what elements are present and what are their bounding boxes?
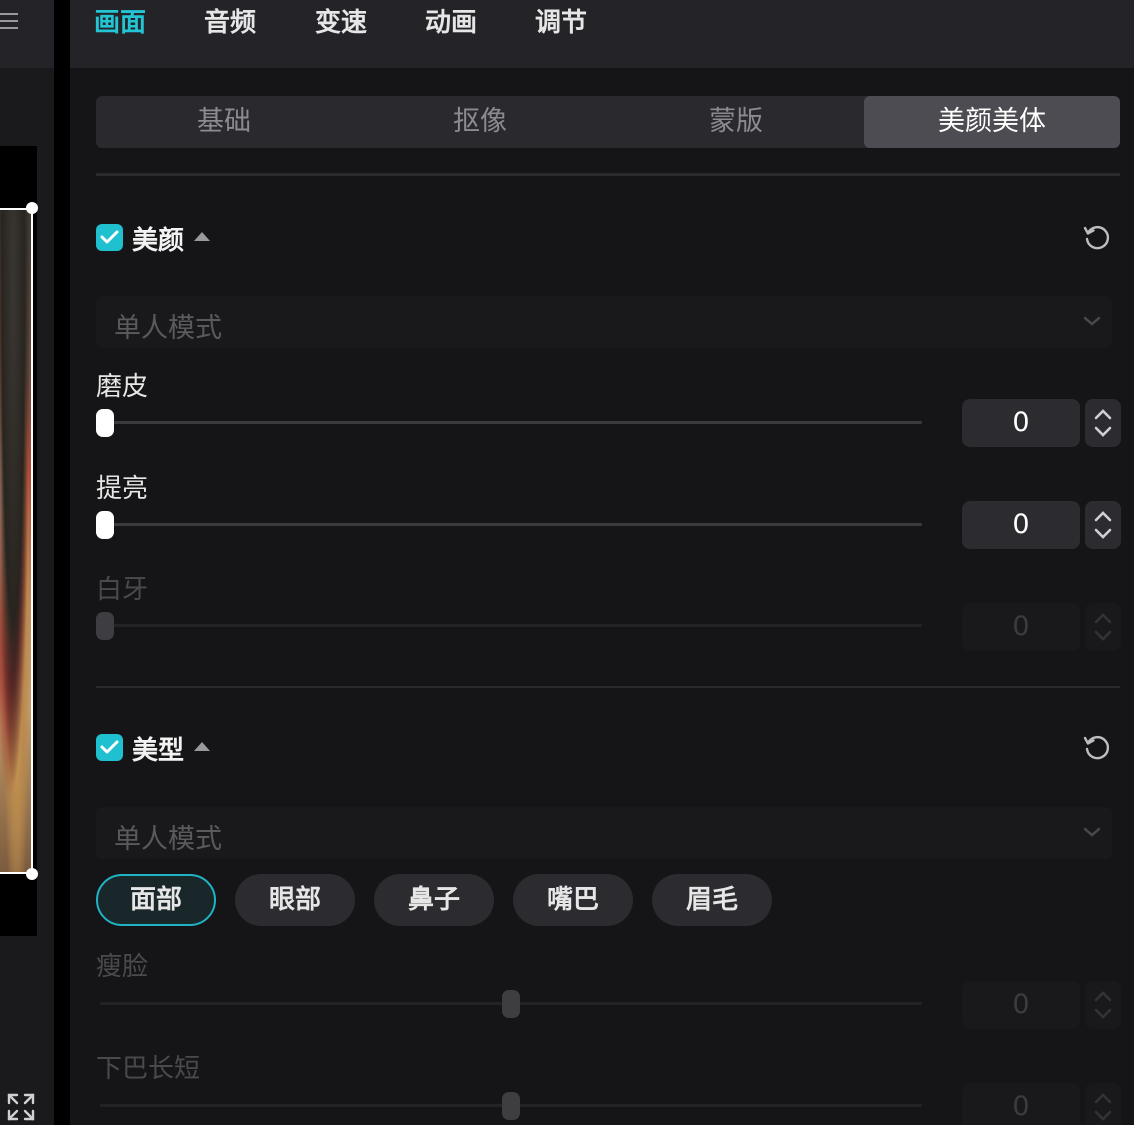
shape-title: 美型 — [132, 736, 185, 766]
subtab-mask[interactable]: 蒙版 — [608, 96, 864, 148]
subtab-beauty-body[interactable]: 美颜美体 — [864, 96, 1120, 148]
collapse-caret-icon[interactable] — [194, 232, 210, 241]
smooth-stepper[interactable] — [1085, 399, 1121, 447]
shape-checkbox[interactable] — [96, 734, 123, 761]
param-label-brighten: 提亮 — [96, 474, 149, 504]
brighten-stepper[interactable] — [1085, 501, 1121, 549]
divider — [96, 173, 1120, 176]
beauty-mode-value: 单人模式 — [114, 313, 222, 344]
smooth-slider-track[interactable] — [100, 421, 922, 424]
chin-length-stepper — [1085, 1083, 1121, 1125]
subtab-cutout[interactable]: 抠像 — [352, 96, 608, 148]
param-label-chin-length: 下巴长短 — [96, 1054, 201, 1084]
slim-face-stepper — [1085, 981, 1121, 1029]
stepper-icon — [1094, 511, 1112, 539]
whiten-teeth-stepper — [1085, 603, 1121, 651]
reset-icon[interactable] — [1082, 222, 1112, 252]
divider — [96, 686, 1120, 688]
smooth-value-input[interactable]: 0 — [962, 399, 1080, 447]
whiten-teeth-slider-thumb — [96, 612, 114, 640]
chevron-down-icon — [1083, 316, 1101, 326]
preview-toolbar — [0, 0, 54, 68]
brighten-value-input[interactable]: 0 — [962, 501, 1080, 549]
beauty-mode-select[interactable]: 单人模式 — [96, 296, 1112, 348]
tab-audio[interactable]: 音频 — [204, 8, 256, 38]
beauty-checkbox[interactable] — [96, 224, 123, 251]
chin-length-slider-thumb — [502, 1092, 520, 1120]
crop-frame[interactable] — [0, 208, 33, 874]
stepper-icon — [1094, 991, 1112, 1019]
stepper-icon — [1094, 409, 1112, 437]
whiten-teeth-value-input: 0 — [962, 603, 1080, 651]
whiten-teeth-slider-track — [100, 624, 922, 627]
preview-panel — [0, 0, 54, 1125]
reset-icon[interactable] — [1082, 732, 1112, 762]
pill-eyes[interactable]: 眼部 — [235, 874, 355, 926]
check-icon — [100, 740, 119, 754]
menu-icon[interactable] — [0, 8, 18, 32]
check-icon — [100, 230, 119, 244]
beauty-title: 美颜 — [132, 226, 185, 256]
tab-picture[interactable]: 画面 — [94, 8, 146, 38]
stepper-icon — [1094, 613, 1112, 641]
chevron-down-icon — [1083, 827, 1101, 837]
chin-length-value-input: 0 — [962, 1083, 1080, 1125]
crop-handle-bottom[interactable] — [26, 868, 38, 880]
slim-face-slider-thumb — [502, 990, 520, 1018]
panel-divider[interactable] — [54, 0, 70, 1125]
top-tab-bar: 画面 音频 变速 动画 调节 — [70, 0, 1134, 68]
inspector-panel: 画面 音频 变速 动画 调节 基础 抠像 蒙版 美颜美体 美颜 单人模式 磨皮 … — [70, 0, 1134, 1125]
pill-face[interactable]: 面部 — [96, 874, 216, 926]
beauty-section-header: 美颜 — [96, 218, 1126, 258]
param-label-slim-face: 瘦脸 — [96, 952, 149, 982]
slim-face-value-input: 0 — [962, 981, 1080, 1029]
shape-section-header: 美型 — [96, 728, 1126, 768]
crop-handle-top[interactable] — [26, 202, 38, 214]
pill-eyebrows[interactable]: 眉毛 — [652, 874, 772, 926]
brighten-slider-thumb[interactable] — [96, 511, 114, 539]
param-label-smooth: 磨皮 — [96, 372, 149, 402]
smooth-slider-thumb[interactable] — [96, 409, 114, 437]
brighten-slider-track[interactable] — [100, 523, 922, 526]
stepper-icon — [1094, 1093, 1112, 1121]
pill-nose[interactable]: 鼻子 — [374, 874, 494, 926]
pill-mouth[interactable]: 嘴巴 — [513, 874, 633, 926]
collapse-caret-icon[interactable] — [194, 742, 210, 751]
subtab-basic[interactable]: 基础 — [96, 96, 352, 148]
shape-mode-select[interactable]: 单人模式 — [96, 807, 1112, 859]
tab-speed[interactable]: 变速 — [315, 8, 367, 38]
param-label-whiten-teeth: 白牙 — [96, 575, 149, 605]
tab-animation[interactable]: 动画 — [425, 8, 477, 38]
tab-adjust[interactable]: 调节 — [535, 8, 587, 38]
shape-mode-value: 单人模式 — [114, 824, 222, 855]
sub-tab-bar: 基础 抠像 蒙版 美颜美体 — [96, 96, 1120, 148]
fullscreen-icon[interactable] — [6, 1092, 36, 1122]
